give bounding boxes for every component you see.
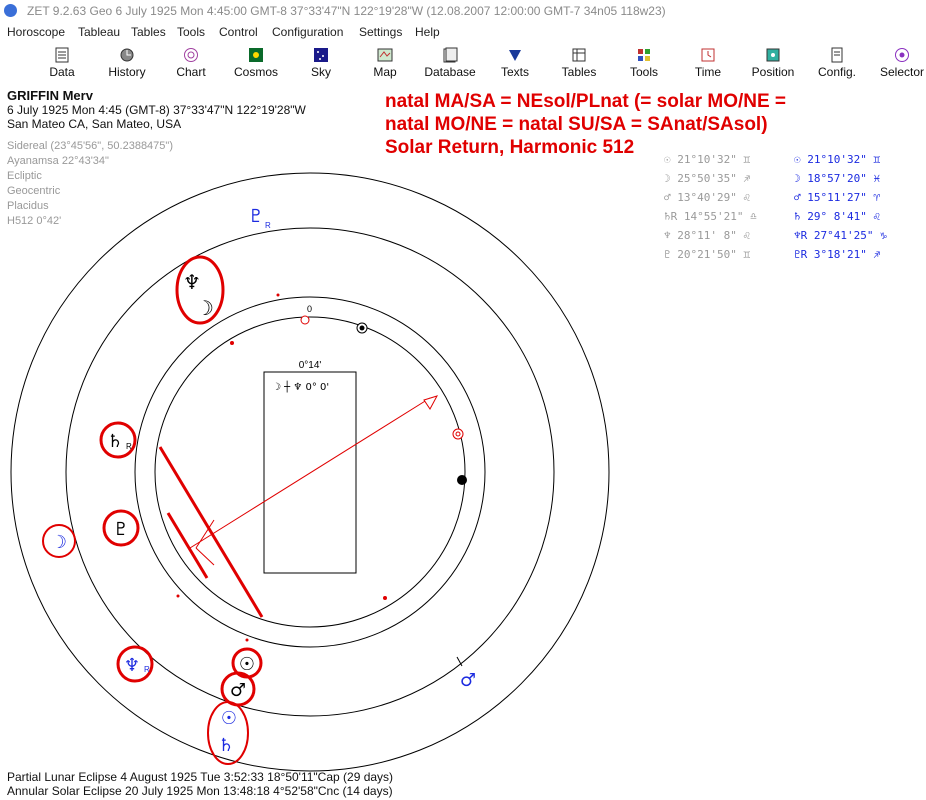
solar-moon-icon: ☽: [51, 532, 67, 553]
natal-mars-circle[interactable]: ♂: [220, 671, 256, 707]
solar-neptune-retro-mark: R: [144, 665, 150, 674]
small-marker-5: [176, 594, 180, 598]
natal-neptune-moon-group[interactable]: ♆ ☽: [175, 255, 225, 325]
horoscope-wheel[interactable]: 0°14' ☽ ┼ ♆ 0° 0' 0 ♆ ☽ ♄ R ♇ ☽ ♆ R ☉ ♂ …: [0, 0, 926, 800]
saturn-icon: ♄: [107, 431, 123, 452]
solar-neptune-circle[interactable]: ♆ R: [116, 645, 154, 683]
pluto-circle[interactable]: ♇: [102, 509, 140, 547]
small-marker-1: [230, 341, 234, 345]
solar-eclipse-text: Annular Solar Eclipse 20 July 1925 Mon 1…: [7, 784, 393, 798]
moon-icon: ☽: [196, 296, 214, 320]
solar-moon-circle[interactable]: ☽: [42, 524, 76, 558]
solar-neptune-icon: ♆: [124, 655, 140, 676]
small-marker-2: [383, 596, 387, 600]
pluto-ring-marker: [452, 428, 464, 440]
pluto-icon: ♇: [113, 519, 129, 540]
saturn-retro-mark: R: [126, 442, 132, 451]
eclipse-info: Partial Lunar Eclipse 4 August 1925 Tue …: [7, 770, 393, 798]
saturn-circle[interactable]: ♄ R: [99, 421, 137, 459]
arrow-marker: [423, 395, 439, 410]
solar-pluto-icon: ♇: [248, 206, 264, 227]
lunar-eclipse-text: Partial Lunar Eclipse 4 August 1925 Tue …: [7, 770, 394, 784]
solar-pluto-retro-mark: R: [265, 221, 271, 230]
solar-saturn-icon: ♄: [218, 735, 234, 756]
small-marker-4: [245, 638, 249, 642]
zero-point-marker: [300, 315, 310, 325]
neptune-icon: ♆: [183, 270, 201, 294]
solar-sun-icon: ☉: [221, 708, 237, 729]
center-marker-label: 0°14': [299, 360, 322, 371]
solar-sun-saturn-group[interactable]: ☉ ♄: [207, 701, 249, 765]
solar-mars-icon: ♂: [460, 670, 476, 691]
sun-ring-dot: [359, 325, 365, 331]
midpoint-label: ☽ ┼ ♆ 0° 0': [272, 380, 329, 393]
zero-point-label: 0: [307, 304, 312, 314]
small-marker-3: [276, 293, 280, 297]
natal-mars-icon: ♂: [230, 680, 246, 701]
mars-ring-marker: [457, 475, 467, 485]
